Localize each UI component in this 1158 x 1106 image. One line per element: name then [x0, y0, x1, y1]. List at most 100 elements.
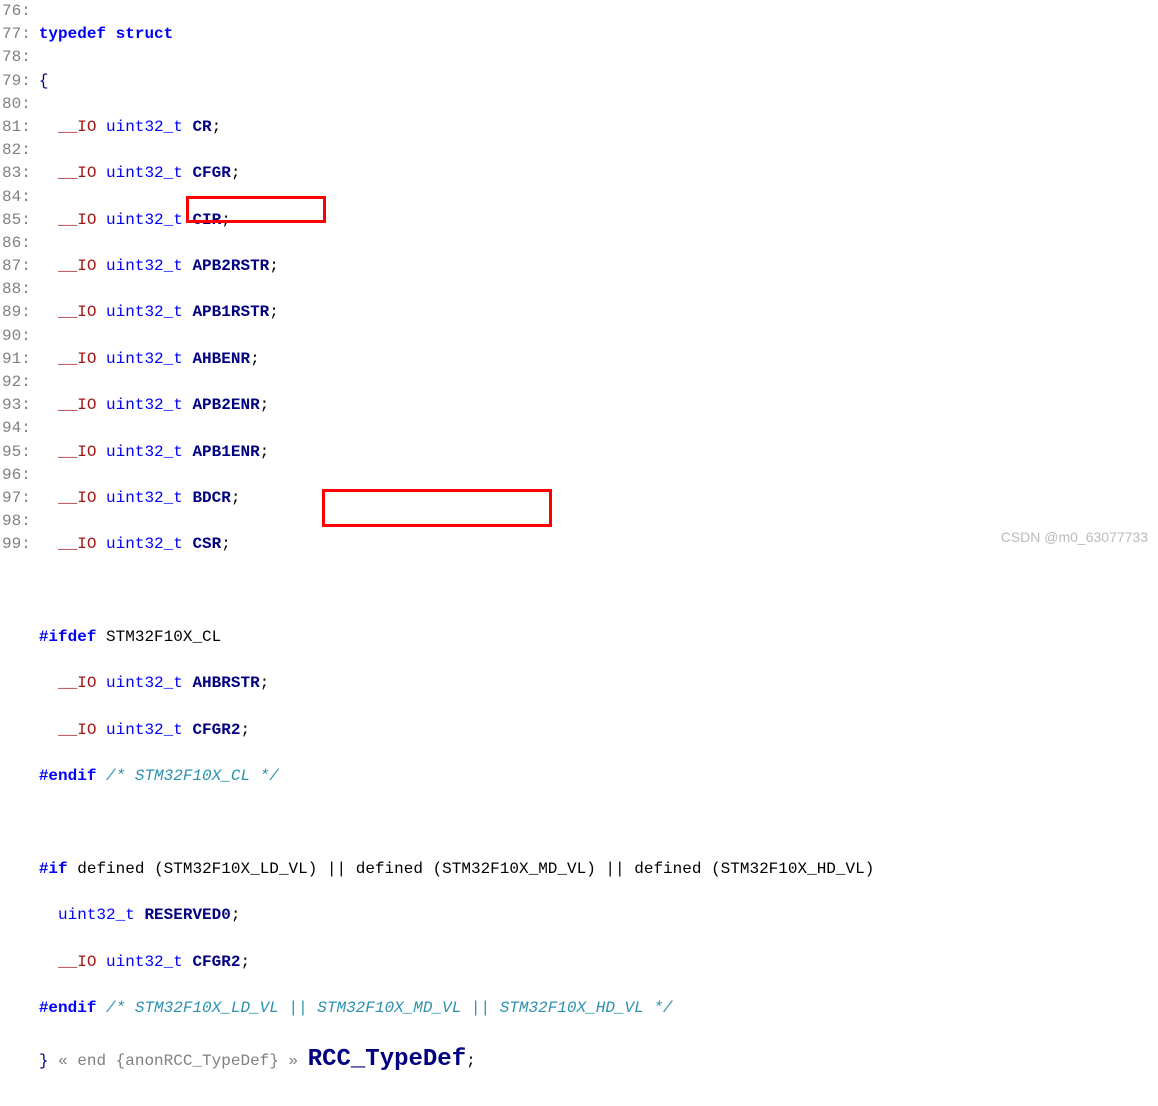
- preprocessor-ifdef: #ifdef: [39, 628, 97, 646]
- code-line: __IO uint32_t CSR;: [39, 533, 875, 556]
- code-line: [39, 580, 875, 603]
- code-line: [39, 1101, 875, 1106]
- line-number: 76:: [2, 0, 33, 23]
- code-line: __IO uint32_t APB2RSTR;: [39, 255, 875, 278]
- identifier: APB2RSTR: [192, 257, 269, 275]
- type: uint32_t: [106, 535, 183, 553]
- line-number: 88:: [2, 278, 33, 301]
- line-number: 87:: [2, 255, 33, 278]
- line-number: 94:: [2, 417, 33, 440]
- line-number: 97:: [2, 487, 33, 510]
- io-qualifier: __IO: [58, 396, 96, 414]
- macro-name: STM32F10X_HD_VL: [721, 860, 865, 878]
- preprocessor-endif: #endif: [39, 767, 97, 785]
- line-number: 98:: [2, 510, 33, 533]
- paren: ): [865, 860, 875, 878]
- semicolon: ;: [466, 1052, 476, 1070]
- semicolon: ;: [250, 350, 260, 368]
- identifier: CSR: [192, 535, 221, 553]
- code-line: __IO uint32_t APB1ENR;: [39, 441, 875, 464]
- code-line: __IO uint32_t AHBRSTR;: [39, 672, 875, 695]
- line-number: 95:: [2, 441, 33, 464]
- semicolon: ;: [260, 396, 270, 414]
- preprocessor-endif: #endif: [39, 999, 97, 1017]
- line-number: 84:: [2, 186, 33, 209]
- defined: defined: [356, 860, 423, 878]
- identifier-highlighted: APB1ENR: [192, 443, 259, 461]
- code-line: #endif /* STM32F10X_CL */: [39, 765, 875, 788]
- io-qualifier: __IO: [58, 303, 96, 321]
- identifier: CFGR2: [192, 721, 240, 739]
- line-number: 96:: [2, 464, 33, 487]
- type: uint32_t: [106, 211, 183, 229]
- preprocessor-if: #if: [39, 860, 68, 878]
- line-number: 80:: [2, 93, 33, 116]
- code-line: __IO uint32_t BDCR;: [39, 487, 875, 510]
- code-line: __IO uint32_t CR;: [39, 116, 875, 139]
- io-qualifier: __IO: [58, 721, 96, 739]
- semicolon: ;: [212, 118, 222, 136]
- paren: (: [154, 860, 164, 878]
- semicolon: ;: [269, 303, 279, 321]
- type: uint32_t: [106, 674, 183, 692]
- identifier: AHBRSTR: [192, 674, 259, 692]
- paren: ): [308, 860, 318, 878]
- type: uint32_t: [106, 303, 183, 321]
- line-number: 91:: [2, 348, 33, 371]
- brace-open: {: [39, 72, 49, 90]
- identifier: CFGR: [192, 164, 230, 182]
- identifier: RESERVED0: [144, 906, 230, 924]
- defined: defined: [634, 860, 701, 878]
- type: uint32_t: [106, 396, 183, 414]
- type: uint32_t: [106, 257, 183, 275]
- line-number: 78:: [2, 46, 33, 69]
- semicolon: ;: [260, 443, 270, 461]
- semicolon: ;: [269, 257, 279, 275]
- code-line: typedef struct: [39, 23, 875, 46]
- code-line: __IO uint32_t CIR;: [39, 209, 875, 232]
- watermark-text: CSDN @m0_63077733: [1001, 527, 1148, 547]
- semicolon: ;: [231, 489, 241, 507]
- typedef-name-highlighted: RCC_TypeDef: [308, 1046, 466, 1073]
- line-number: 92:: [2, 371, 33, 394]
- macro-name: STM32F10X_LD_VL: [164, 860, 308, 878]
- identifier: CFGR2: [192, 953, 240, 971]
- semicolon: ;: [240, 953, 250, 971]
- macro-name: STM32F10X_MD_VL: [442, 860, 586, 878]
- semicolon: ;: [231, 164, 241, 182]
- type: uint32_t: [106, 489, 183, 507]
- identifier: APB2ENR: [192, 396, 259, 414]
- fold-annotation: « end {anonRCC_TypeDef} »: [58, 1052, 298, 1070]
- io-qualifier: __IO: [58, 257, 96, 275]
- line-number: 90:: [2, 325, 33, 348]
- keyword-typedef: typedef: [39, 25, 106, 43]
- io-qualifier: __IO: [58, 164, 96, 182]
- line-number: 82:: [2, 139, 33, 162]
- io-qualifier: __IO: [58, 443, 96, 461]
- type: uint32_t: [106, 721, 183, 739]
- code-line: __IO uint32_t AHBENR;: [39, 348, 875, 371]
- line-number: 77:: [2, 23, 33, 46]
- code-line: #endif /* STM32F10X_LD_VL || STM32F10X_M…: [39, 997, 875, 1020]
- io-qualifier: __IO: [58, 674, 96, 692]
- code-line: __IO uint32_t APB1RSTR;: [39, 301, 875, 324]
- type: uint32_t: [106, 164, 183, 182]
- line-number: 79:: [2, 70, 33, 93]
- code-line: {: [39, 70, 875, 93]
- identifier: CR: [192, 118, 211, 136]
- identifier: AHBENR: [192, 350, 250, 368]
- semicolon: ;: [221, 211, 231, 229]
- code-line: __IO uint32_t CFGR2;: [39, 951, 875, 974]
- io-qualifier: __IO: [58, 489, 96, 507]
- comment: /* STM32F10X_LD_VL || STM32F10X_MD_VL ||…: [106, 999, 673, 1017]
- identifier: APB1RSTR: [192, 303, 269, 321]
- io-qualifier: __IO: [58, 535, 96, 553]
- semicolon: ;: [221, 535, 231, 553]
- code-line: #if defined (STM32F10X_LD_VL) || defined…: [39, 858, 875, 881]
- semicolon: ;: [240, 721, 250, 739]
- line-number: 89:: [2, 301, 33, 324]
- paren: (: [433, 860, 443, 878]
- io-qualifier: __IO: [58, 118, 96, 136]
- io-qualifier: __IO: [58, 953, 96, 971]
- line-number: 86:: [2, 232, 33, 255]
